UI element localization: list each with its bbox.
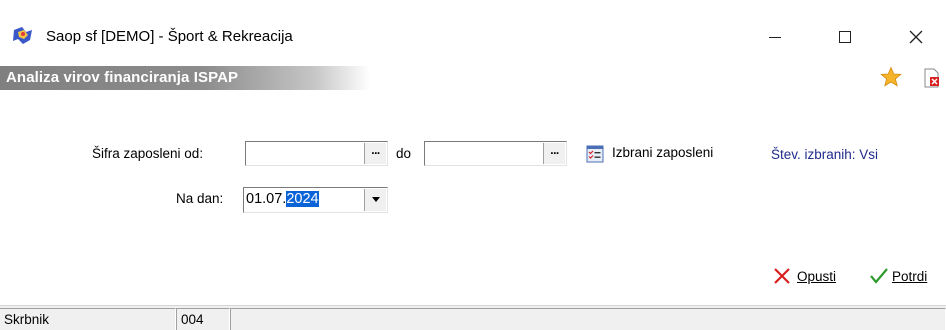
selected-employees-label: Izbrani zaposleni [612,145,714,160]
employee-to-browse-button[interactable]: ... [543,143,565,164]
date-value[interactable]: 01.07.2024 [246,191,319,207]
maximize-icon [839,31,851,43]
selected-count-label: Štev. izbranih: Vsi [771,147,879,162]
window-title: Saop sf [DEMO] - Šport & Rekreacija [46,28,293,45]
status-code: 004 [181,312,204,327]
selected-employees-button[interactable]: Izbrani zaposleni [612,145,713,160]
module-title: Analiza virov financiranja ISPAP [6,69,239,86]
employee-to-label: do [396,146,412,161]
minimize-button[interactable] [752,22,798,52]
checkmark-icon [870,268,888,284]
star-icon[interactable] [880,66,902,88]
status-code-cell: 004 [176,308,230,330]
title-bar: Saop sf [DEMO] - Šport & Rekreacija [0,0,946,64]
confirm-label: Potrdi [892,269,927,284]
confirm-label-text: Potrdi [892,269,928,284]
date-label: Na dan: [176,191,224,206]
app-icon [12,26,34,46]
date-selected-year: 2024 [286,191,319,207]
cancel-label-text: Opusti [797,269,837,284]
cancel-label: Opusti [797,269,836,284]
maximize-button[interactable] [822,22,868,52]
employee-to-field[interactable]: ... [424,141,567,166]
employee-from-label: Šifra zaposleni od: [92,146,204,161]
header-gradient: Analiza virov financiranja ISPAP [0,66,370,90]
status-user-cell: Skrbnik [0,308,176,330]
status-bar: Skrbnik 004 [0,305,946,330]
employee-from-field[interactable]: ... [245,141,388,166]
date-picker[interactable]: 01.07.2024 [243,187,388,213]
date-dropdown-button[interactable] [364,189,386,211]
chevron-down-icon [372,197,380,202]
status-extra-cell [230,308,946,330]
minimize-icon [769,37,781,38]
close-document-icon[interactable] [922,68,942,88]
employee-from-browse-button[interactable]: ... [364,143,386,164]
date-prefix: 01.07. [246,191,287,207]
close-icon [909,30,923,44]
close-button[interactable] [893,22,939,52]
checklist-icon[interactable] [586,145,604,163]
module-header: Analiza virov financiranja ISPAP [0,66,946,90]
status-user: Skrbnik [4,312,50,327]
cancel-x-icon [774,268,790,284]
